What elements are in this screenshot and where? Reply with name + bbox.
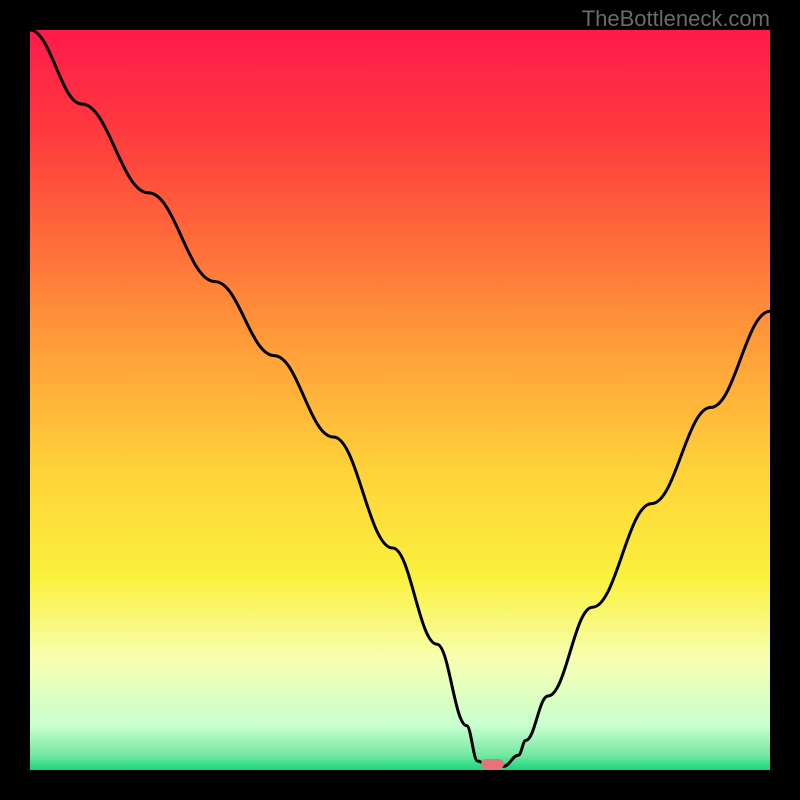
chart-frame: TheBottleneck.com (0, 0, 800, 800)
optimal-point-marker (481, 759, 505, 769)
plot-area (30, 30, 770, 770)
bottleneck-curve (30, 30, 770, 770)
watermark-text: TheBottleneck.com (582, 6, 770, 32)
